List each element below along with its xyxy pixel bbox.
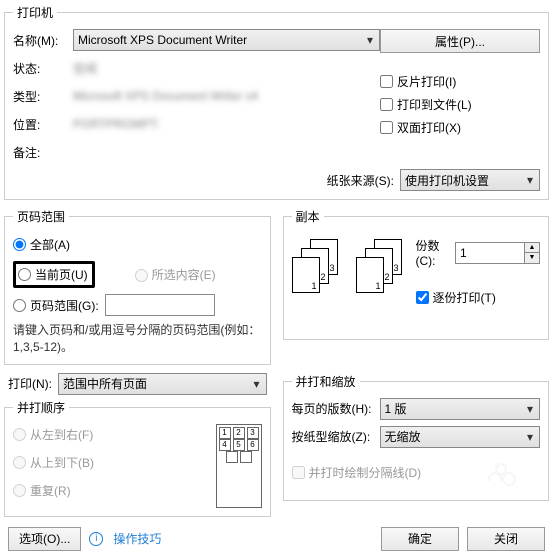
range-selection-label: 所选内容(E)	[152, 268, 216, 282]
location-label: 位置:	[13, 116, 73, 133]
close-button[interactable]: 关闭	[467, 527, 545, 551]
collate-label: 逐份打印(T)	[433, 289, 496, 306]
ok-button[interactable]: 确定	[381, 527, 459, 551]
range-all-label: 全部(A)	[30, 236, 70, 253]
per-sheet-select[interactable]: 1 版	[380, 398, 541, 420]
options-button[interactable]: 选项(O)...	[8, 527, 81, 551]
printer-legend: 打印机	[13, 4, 57, 21]
duplex-checkbox[interactable]	[380, 121, 393, 134]
duplex-label: 双面打印(X)	[397, 119, 461, 136]
collate-diagram: 321 321	[292, 239, 402, 306]
copies-count-input[interactable]	[455, 242, 525, 264]
print-what-select[interactable]: 范围中所有页面	[58, 373, 267, 395]
scale-to-select[interactable]: 无缩放	[380, 426, 541, 448]
tips-link[interactable]: 操作技巧	[113, 530, 161, 547]
location-value: PORTPROMPT:	[73, 117, 159, 131]
order-repeat-label: 重复(R)	[30, 482, 71, 499]
range-pages-radio[interactable]	[13, 299, 26, 312]
scale-legend: 并打和缩放	[292, 373, 360, 390]
name-label: 名称(M):	[13, 32, 73, 49]
spin-down-icon[interactable]: ▼	[525, 253, 539, 263]
order-lr-label: 从左到右(F)	[30, 426, 93, 443]
print-to-file-checkbox[interactable]	[380, 98, 393, 111]
paper-source-select[interactable]: 使用打印机设置	[400, 169, 540, 191]
range-current-label: 当前页(U)	[35, 266, 88, 283]
range-group: 页码范围 全部(A) 当前页(U) 所选内容(E) 页码范围(G): 请键入页码…	[4, 208, 271, 365]
reverse-print-checkbox[interactable]	[380, 75, 393, 88]
scale-group: 并打和缩放 每页的版数(H): 1 版 按纸型缩放(Z): 无缩放 并打时绘制分…	[283, 373, 550, 501]
copies-legend: 副本	[292, 208, 324, 225]
range-hint: 请键入页码和/或用逗号分隔的页码范围(例如：1,3,5-12)。	[13, 322, 262, 356]
order-tb-label: 从上到下(B)	[30, 454, 94, 471]
order-group: 并打顺序 从左到右(F) 从上到下(B) 重复(R) 123 456	[4, 399, 271, 517]
collate-checkbox[interactable]	[416, 291, 429, 304]
type-value: Microsoft XPS Document Writer v4	[73, 89, 258, 103]
range-legend: 页码范围	[13, 208, 69, 225]
range-pages-label: 页码范围(G):	[30, 297, 99, 314]
print-to-file-label: 打印到文件(L)	[397, 96, 472, 113]
range-pages-input[interactable]	[105, 294, 215, 316]
order-repeat-radio	[13, 484, 26, 497]
info-icon: i	[89, 532, 103, 546]
order-tb-radio	[13, 456, 26, 469]
printer-group: 打印机 名称(M): Microsoft XPS Document Writer…	[4, 4, 549, 200]
scale-to-label: 按纸型缩放(Z):	[292, 428, 380, 445]
per-sheet-label: 每页的版数(H):	[292, 400, 380, 417]
status-value: 空闲	[73, 60, 97, 77]
highlight-current-page: 当前页(U)	[13, 261, 95, 288]
print-what-label: 打印(N):	[8, 375, 52, 392]
copies-spinner[interactable]: ▲▼	[455, 242, 540, 264]
draw-lines-checkbox	[292, 466, 305, 479]
range-selection-radio	[135, 269, 148, 282]
copies-group: 副本 321 321 份数(C): ▲▼ 逐份打印(T)	[283, 208, 550, 340]
comment-label: 备注:	[13, 144, 73, 161]
status-label: 状态:	[13, 60, 73, 77]
printer-name-select[interactable]: Microsoft XPS Document Writer	[73, 29, 380, 51]
reverse-print-label: 反片打印(I)	[397, 73, 456, 90]
copies-count-label: 份数(C):	[416, 237, 452, 268]
range-current-radio[interactable]	[18, 268, 31, 281]
type-label: 类型:	[13, 88, 73, 105]
draw-lines-label: 并打时绘制分隔线(D)	[309, 464, 422, 481]
keypad-diagram: 123 456	[216, 424, 262, 508]
order-lr-radio	[13, 428, 26, 441]
properties-button[interactable]: 属性(P)...	[380, 29, 540, 53]
range-all-radio[interactable]	[13, 238, 26, 251]
spin-up-icon[interactable]: ▲	[525, 243, 539, 253]
order-legend: 并打顺序	[13, 399, 69, 416]
paper-source-label: 纸张来源(S):	[327, 172, 394, 189]
